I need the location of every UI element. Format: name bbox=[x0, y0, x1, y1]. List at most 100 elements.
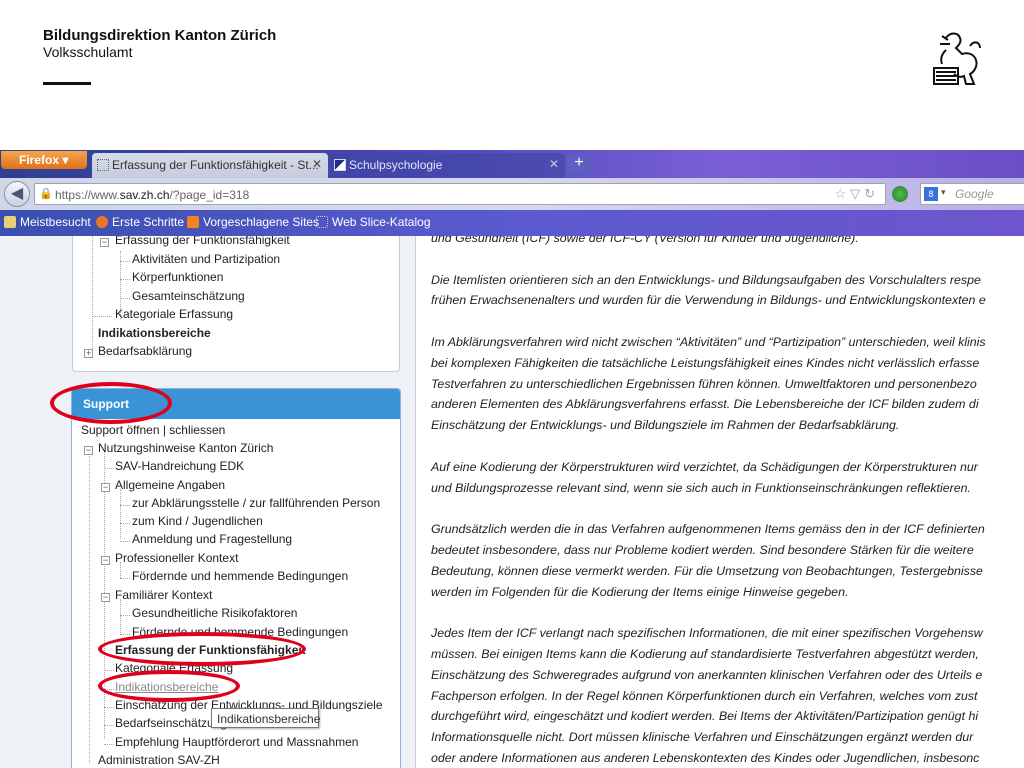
page-favicon-icon bbox=[97, 159, 109, 171]
bookmark-erste-schritte[interactable]: Erste Schritte bbox=[96, 215, 184, 229]
url-text: https://www.sav.zh.ch/?page_id=318 bbox=[55, 188, 249, 202]
web-slice-icon bbox=[316, 216, 328, 228]
tab-schulpsychologie[interactable]: Schulpsychologie ✕ bbox=[329, 153, 565, 178]
article-line: frühen Erwachsenenalters und wurden für … bbox=[431, 293, 986, 308]
extension-icon[interactable] bbox=[892, 186, 908, 202]
browser-window: Firefox ▾ Erfassung der Funktionsfähigke… bbox=[0, 150, 1024, 768]
slide-header: Bildungsdirektion Kanton Zürich Volkssch… bbox=[0, 0, 1024, 150]
close-tab-icon[interactable]: ✕ bbox=[549, 157, 559, 171]
support-item[interactable]: Fördernde und hemmende Bedingungen bbox=[132, 569, 348, 583]
back-button[interactable]: ◀ bbox=[4, 181, 30, 207]
page: { "slide": { "org_title": "Bildungsdirek… bbox=[0, 0, 1024, 768]
article-line: Einschätzung des Schweregrades aufgrund … bbox=[431, 667, 983, 682]
bookmark-label: Web Slice-Katalog bbox=[332, 215, 431, 229]
article-line: Grundsätzlich werden die in das Verfahre… bbox=[431, 522, 985, 537]
article-line: müssen. Bei einigen Items kann die Kodie… bbox=[431, 646, 979, 661]
annotation-ellipse-support bbox=[50, 382, 172, 424]
support-item[interactable]: Familiärer Kontext bbox=[115, 588, 212, 602]
column-separator bbox=[415, 236, 416, 768]
tree-line bbox=[120, 562, 121, 578]
tree-line bbox=[120, 279, 130, 280]
article-spacer bbox=[431, 498, 1024, 519]
url-domain: sav.zh.ch bbox=[119, 188, 170, 202]
expand-icon[interactable]: + bbox=[84, 349, 93, 358]
support-item[interactable]: Nutzungshinweise Kanton Zürich bbox=[98, 441, 273, 455]
tree-line bbox=[120, 523, 130, 524]
tree-line bbox=[120, 615, 130, 616]
article-spacer bbox=[431, 436, 1024, 457]
bookmark-label: Vorgeschlagene Sites bbox=[203, 215, 320, 229]
tree-item-erfassung[interactable]: Erfassung der Funktionsfähigkeit bbox=[115, 236, 290, 247]
bookmark-folder-icon bbox=[4, 216, 16, 228]
site-favicon-icon bbox=[334, 159, 346, 171]
support-item[interactable]: Gesundheitliche Risikofaktoren bbox=[132, 606, 297, 620]
zurich-lion-crest-icon bbox=[933, 32, 981, 85]
annotation-ellipse-indikationsbereiche bbox=[98, 670, 240, 702]
tree-item-indikationsbereiche[interactable]: Indikationsbereiche bbox=[98, 326, 211, 340]
bookmark-meistbesucht[interactable]: Meistbesucht bbox=[4, 215, 91, 229]
support-item[interactable]: zur Abklärungsstelle / zur fallführenden… bbox=[132, 496, 380, 510]
lock-icon: 🔒 bbox=[39, 188, 53, 200]
collapse-icon[interactable]: − bbox=[101, 483, 110, 492]
collapse-icon[interactable]: − bbox=[101, 593, 110, 602]
tooltip: Indikationsbereiche bbox=[211, 708, 320, 728]
org-title: Bildungsdirektion Kanton Zürich bbox=[43, 27, 277, 44]
support-item[interactable]: Administration SAV-ZH bbox=[98, 753, 220, 767]
suggested-sites-icon bbox=[187, 216, 199, 228]
tree-line bbox=[120, 599, 121, 635]
url-action-icons[interactable]: ☆▽↻ bbox=[834, 186, 879, 202]
bookmark-web-slice-katalog[interactable]: Web Slice-Katalog bbox=[316, 215, 431, 229]
support-open-close-controls[interactable]: Support öffnen | schliessen bbox=[81, 423, 225, 437]
article-spacer bbox=[431, 311, 1024, 332]
tree-line bbox=[89, 447, 90, 763]
support-item[interactable]: SAV-Handreichung EDK bbox=[115, 459, 244, 473]
article-line: durchgeführt wird, eingeschätzt und kodi… bbox=[431, 709, 979, 724]
tab-erfassung[interactable]: Erfassung der Funktionsfähigkeit - St...… bbox=[92, 153, 328, 178]
support-item[interactable]: zum Kind / Jugendlichen bbox=[132, 514, 263, 528]
article-spacer bbox=[431, 602, 1024, 623]
article-line: bedeutet insbesondere, dass nur Probleme… bbox=[431, 542, 974, 557]
tree-line bbox=[104, 468, 114, 469]
tree-item-koerperfunktionen[interactable]: Körperfunktionen bbox=[132, 270, 223, 284]
navigation-tree-box: − Erfassung der Funktionsfähigkeit Aktiv… bbox=[72, 236, 400, 372]
new-tab-button[interactable]: + bbox=[568, 154, 590, 174]
search-bar[interactable]: 8 ▾ Google bbox=[920, 183, 1024, 205]
collapse-icon[interactable]: − bbox=[101, 556, 110, 565]
search-placeholder: Google bbox=[955, 187, 994, 201]
tree-line bbox=[120, 505, 130, 506]
tree-line bbox=[120, 541, 130, 542]
article-line: anderen Elementen des Abklärungsverfahre… bbox=[431, 397, 979, 412]
tree-line bbox=[120, 261, 130, 262]
article-line: Bedeutung, können diese vermerkt werden.… bbox=[431, 563, 983, 578]
close-tab-icon[interactable]: ✕ bbox=[312, 157, 322, 171]
article-body: und Gesundheit (ICF) sowie der ICF-CY (V… bbox=[431, 236, 1024, 768]
collapse-icon[interactable]: − bbox=[84, 446, 93, 455]
tree-line bbox=[104, 725, 114, 726]
collapse-icon[interactable]: − bbox=[100, 238, 109, 247]
bookmarks-toolbar: Meistbesucht Erste Schritte Vorgeschlage… bbox=[0, 210, 1024, 236]
tree-line bbox=[92, 236, 93, 349]
support-item[interactable]: Anmeldung und Fragestellung bbox=[132, 532, 292, 546]
annotation-ellipse-erfassung bbox=[98, 632, 306, 666]
tree-item-aktivitaeten[interactable]: Aktivitäten und Partizipation bbox=[132, 252, 280, 266]
chevron-down-icon[interactable]: ▾ bbox=[941, 187, 946, 198]
tab-label: Erfassung der Funktionsfähigkeit - St... bbox=[112, 158, 319, 172]
support-item[interactable]: Empfehlung Hauptförderort und Massnahmen bbox=[115, 735, 358, 749]
article-line: bei komplexen Fähigkeiten die tatsächlic… bbox=[431, 355, 980, 370]
tree-line bbox=[120, 298, 130, 299]
tree-item-bedarfsabklaerung[interactable]: Bedarfsabklärung bbox=[98, 344, 192, 358]
article-line: Fachperson erfolgen. In der Regel können… bbox=[431, 688, 978, 703]
url-prefix: https://www. bbox=[55, 188, 120, 202]
article-line: Informationsquelle nicht. Dort müssen kl… bbox=[431, 730, 974, 745]
bookmark-vorgeschlagene-sites[interactable]: Vorgeschlagene Sites bbox=[187, 215, 319, 229]
tree-line bbox=[104, 707, 114, 708]
org-subtitle: Volksschulamt bbox=[43, 44, 133, 60]
tree-item-kategoriale-erfassung[interactable]: Kategoriale Erfassung bbox=[115, 307, 233, 321]
google-icon[interactable]: 8 bbox=[924, 187, 938, 201]
tab-bar: Firefox ▾ Erfassung der Funktionsfähigke… bbox=[0, 150, 1024, 178]
support-item[interactable]: Allgemeine Angaben bbox=[115, 478, 225, 492]
support-item[interactable]: Professioneller Kontext bbox=[115, 551, 238, 565]
tree-item-gesamteinschaetzung[interactable]: Gesamteinschätzung bbox=[132, 289, 245, 303]
firefox-menu-button[interactable]: Firefox ▾ bbox=[1, 151, 87, 169]
address-bar[interactable]: 🔒 https://www.sav.zh.ch/?page_id=318 ☆▽↻ bbox=[34, 183, 886, 205]
